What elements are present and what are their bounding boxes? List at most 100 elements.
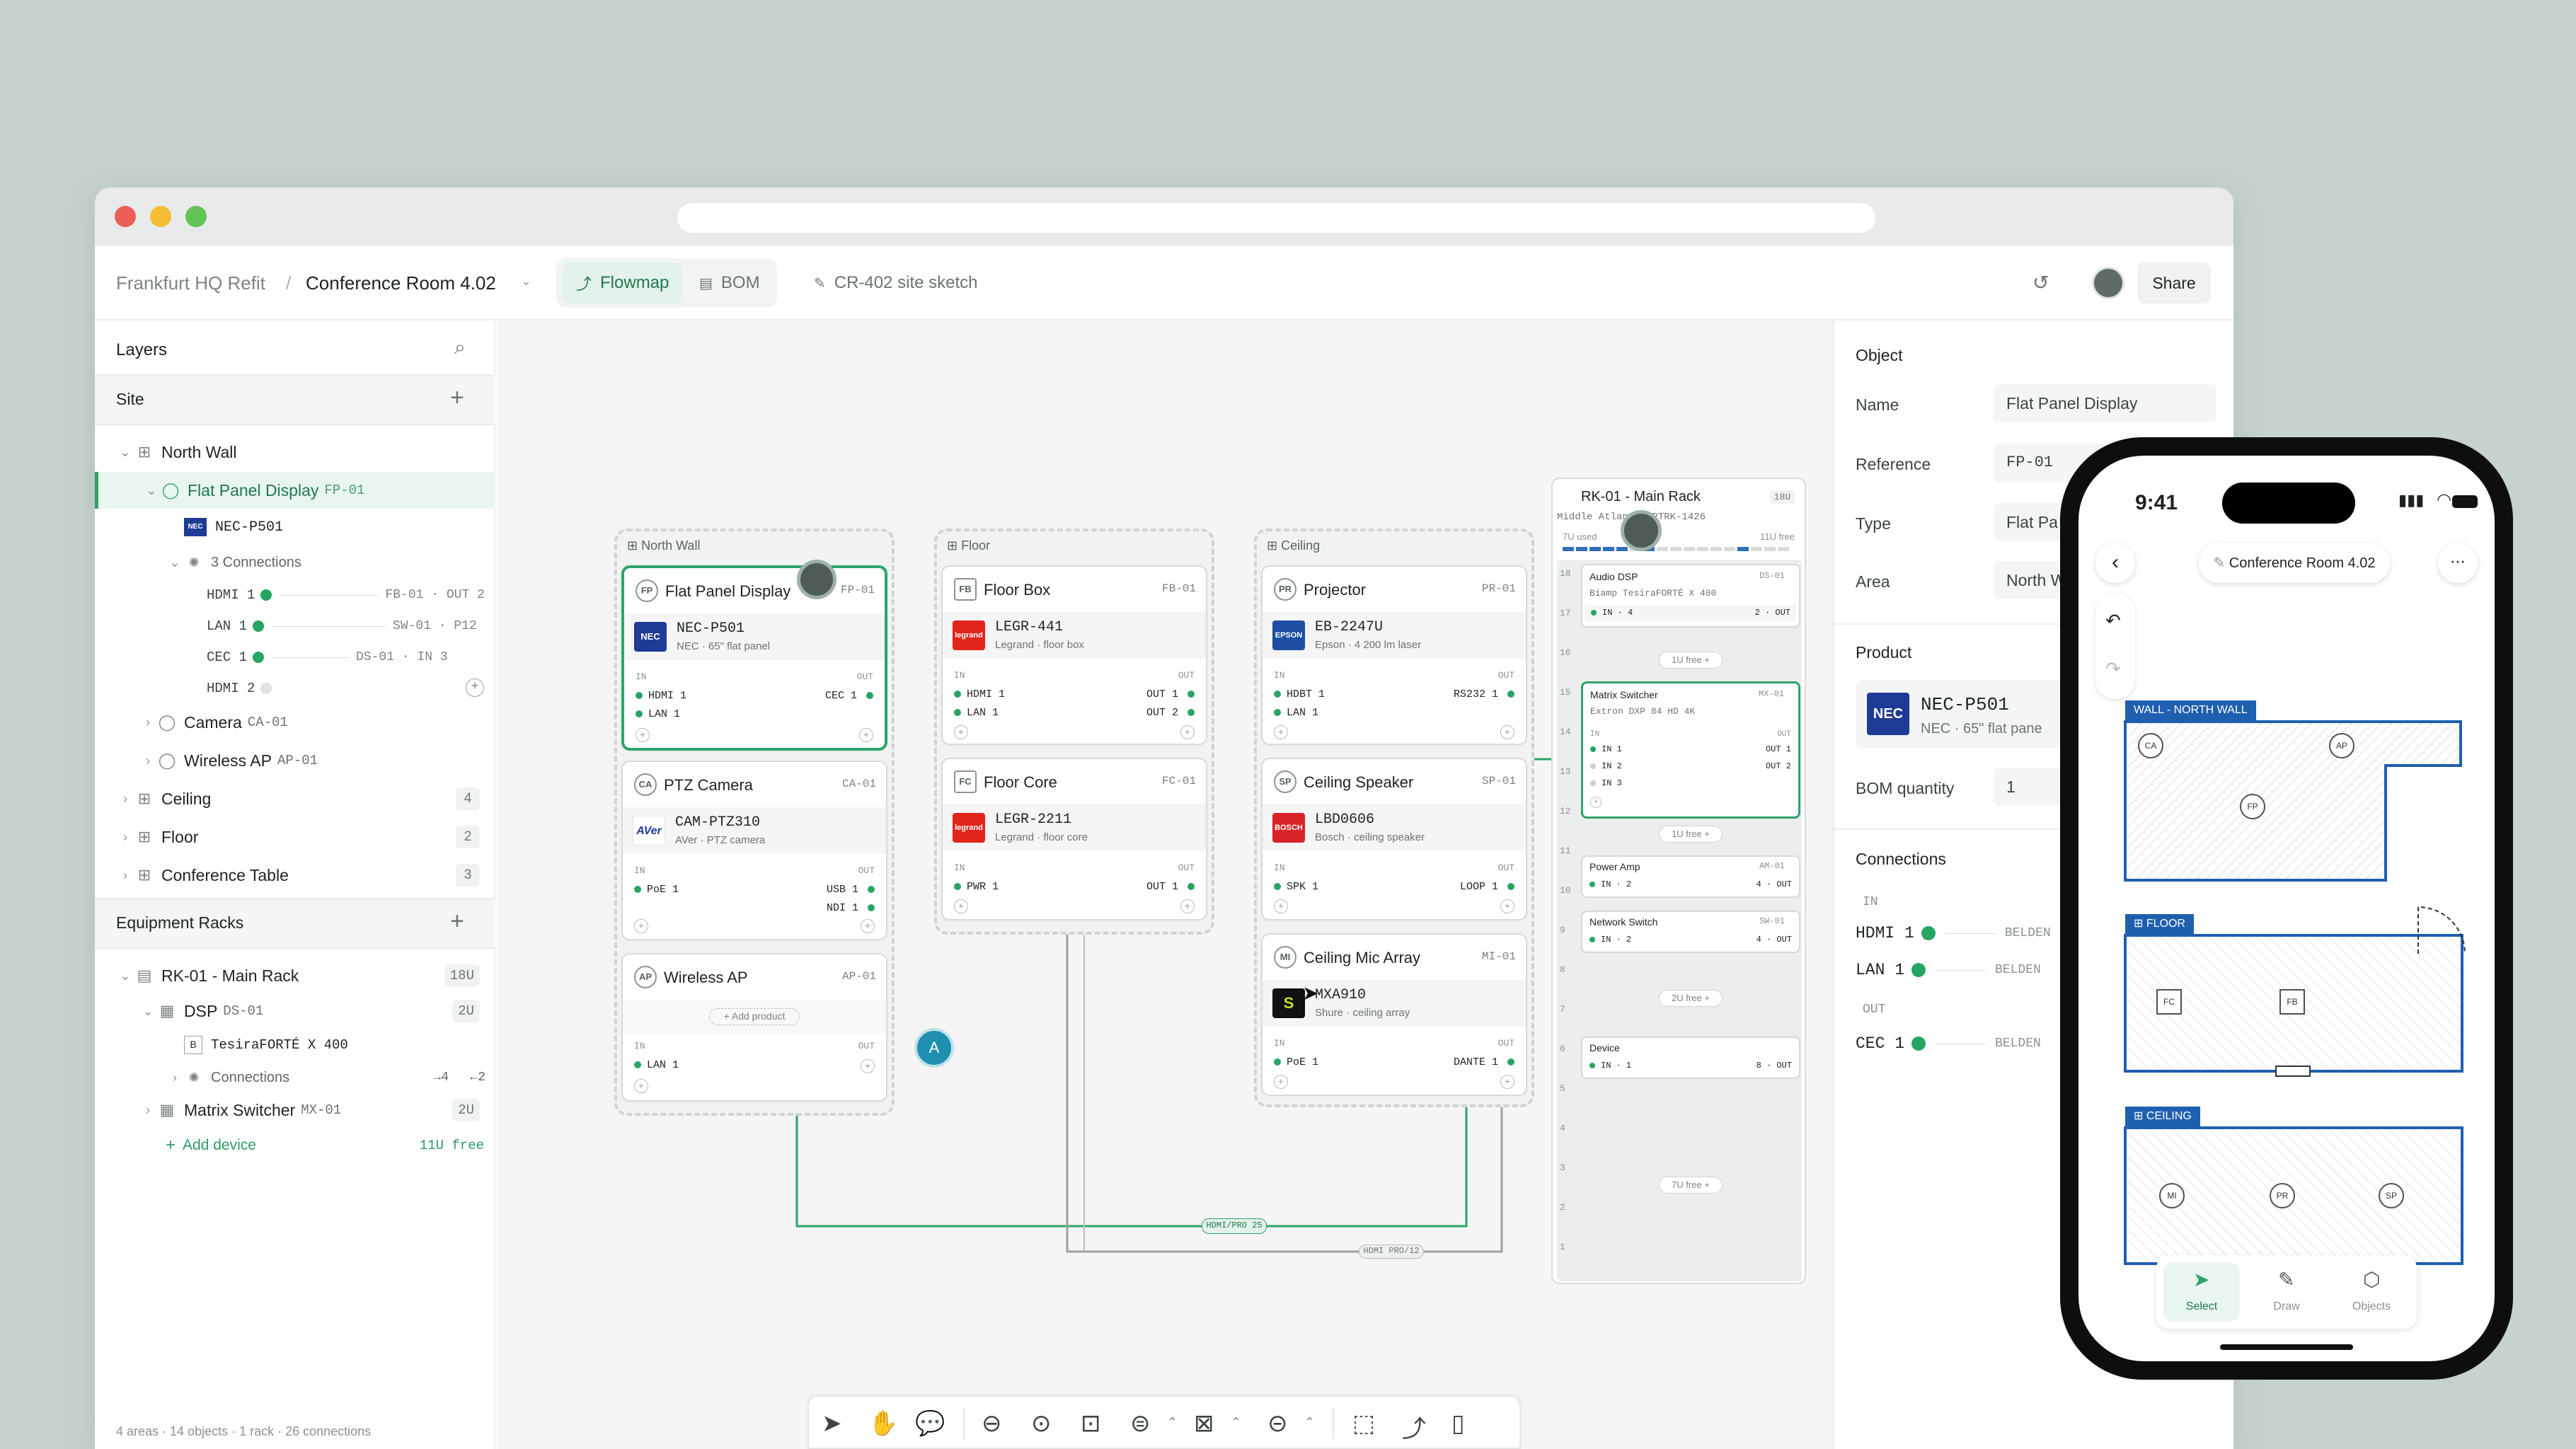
table-marker[interactable] — [2275, 1066, 2311, 1077]
device-card-wireless-ap[interactable]: AP Wireless AP AP-01 + Add product IN OU… — [621, 953, 887, 1102]
add-port-icon[interactable]: + — [1500, 1075, 1514, 1089]
add-connection-icon[interactable]: + — [466, 679, 484, 697]
rack-free-slot[interactable]: 1U free + — [1659, 652, 1723, 669]
device-marker[interactable]: FC — [2156, 989, 2182, 1015]
port-out[interactable]: OUT 1 — [1146, 688, 1195, 700]
port-in[interactable]: LAN 1 — [634, 1059, 679, 1071]
product-row[interactable]: AVer CAM-PTZ310 AVer · PTZ camera — [623, 807, 886, 854]
port-in[interactable]: LAN 1 — [1274, 707, 1318, 719]
layer-dsp[interactable]: ⌄ ▦ DSP DS-01 2U — [95, 993, 495, 1029]
device-card-flat-panel-display[interactable]: FP Flat Panel Display FP-01 NEC NEC-P501… — [621, 565, 887, 751]
rack-device-generic[interactable]: Device IN · 1 8 · OUT — [1581, 1037, 1800, 1079]
add-port-icon[interactable]: + — [636, 728, 650, 742]
device-card-floor-core[interactable]: FC Floor Core FC-01 legrand LEGR-2211 Le… — [941, 758, 1207, 920]
product-row[interactable]: EPSON EB-2247U Epson · 4 200 lm laser — [1263, 612, 1526, 659]
hand-tool-icon[interactable]: ✋ — [868, 1409, 898, 1438]
device-marker[interactable]: CA — [2138, 733, 2163, 758]
zoom-window-button[interactable] — [185, 206, 207, 227]
port-out[interactable]: OUT 1 — [1766, 744, 1791, 754]
speaker-tool-icon[interactable]: ⊜ — [1130, 1409, 1151, 1438]
device-card-ptz-camera[interactable]: CA PTZ Camera CA-01 AVer CAM-PTZ310 AVer… — [621, 761, 887, 940]
close-window-button[interactable] — [115, 206, 136, 227]
add-port-icon[interactable]: + — [861, 919, 875, 933]
name-field[interactable]: Flat Panel Display — [1994, 384, 2216, 422]
connection-row[interactable]: HDMI 2 + — [95, 670, 495, 707]
device-tool-icon[interactable]: ⊙ — [1031, 1409, 1052, 1438]
cable-label[interactable]: HDMI/PRO 25 — [1202, 1218, 1267, 1234]
layer-dsp-product[interactable]: B TesiraFORTÉ X 400 — [95, 1027, 495, 1063]
add-port-icon[interactable]: + — [1274, 725, 1288, 739]
layer-rack[interactable]: ⌄ ▤ RK-01 - Main Rack 18U — [95, 957, 495, 994]
layer-north-wall[interactable]: ⌄ ⊞ North Wall — [95, 434, 495, 471]
cable-label[interactable]: HDMI PRO/12 — [1359, 1245, 1424, 1259]
add-port-icon[interactable]: + — [861, 1059, 875, 1073]
add-device-button[interactable]: + Add device 11U free — [95, 1127, 495, 1164]
chevron-up-icon[interactable]: ⌃ — [1231, 1415, 1241, 1430]
add-port-icon[interactable]: + — [1500, 725, 1514, 739]
chevron-right-icon[interactable]: › — [139, 1103, 157, 1118]
device-card-projector[interactable]: PR Projector PR-01 EPSON EB-2247U Epson … — [1261, 565, 1527, 745]
layer-matrix-switcher[interactable]: › ▦ Matrix Switcher MX-01 2U — [95, 1092, 495, 1128]
note-tool-icon[interactable]: ▯ — [1451, 1409, 1465, 1438]
tab-bom[interactable]: ▤ BOM — [685, 262, 774, 304]
layer-dsp-connections[interactable]: › ✺ Connections →4 ←2 — [95, 1059, 495, 1096]
device-card-ceiling-mic-array[interactable]: MI Ceiling Mic Array MI-01 S MXA910 Shur… — [1261, 933, 1527, 1096]
device-marker[interactable]: FB — [2279, 989, 2305, 1015]
room-title-chip[interactable]: ✎ Conference Room 4.02 — [2199, 543, 2390, 583]
tab-draw[interactable]: ✎ Draw — [2248, 1262, 2325, 1322]
chevron-right-icon[interactable]: › — [116, 830, 134, 845]
add-port-icon[interactable]: + — [634, 919, 648, 933]
layer-flat-panel-display[interactable]: ⌄ ◯ Flat Panel Display FP-01 — [95, 472, 495, 509]
minimize-window-button[interactable] — [150, 206, 171, 227]
redo-icon[interactable]: ↷ — [2105, 658, 2121, 680]
chevron-down-icon[interactable]: ⌄ — [116, 445, 134, 460]
layer-product[interactable]: NEC NEC-P501 — [95, 509, 495, 545]
rack-main[interactable]: RK-01 - Main Rack 18U Middle Atlantic PT… — [1551, 478, 1806, 1284]
port-in[interactable]: LAN 1 — [954, 707, 999, 719]
chevron-down-icon[interactable]: ⌄ — [116, 969, 134, 983]
collaborator-avatar[interactable] — [1621, 510, 1662, 551]
port-out[interactable]: DANTE 1 — [1454, 1056, 1514, 1068]
add-port-icon[interactable]: + — [1274, 1075, 1288, 1089]
port-in[interactable]: IN 2 — [1590, 761, 1622, 771]
device-marker[interactable]: FP — [2240, 794, 2265, 819]
port-in[interactable]: HDBT 1 — [1274, 688, 1325, 700]
tab-select[interactable]: ➤ Select — [2163, 1262, 2240, 1322]
add-port-icon[interactable]: + — [1180, 725, 1195, 739]
chevron-up-icon[interactable]: ⌃ — [1167, 1415, 1178, 1430]
rack-device-power-amp[interactable]: Power Amp AM-01 IN · 2 4 · OUT — [1581, 855, 1800, 898]
avatar[interactable] — [2092, 267, 2124, 299]
add-product-button[interactable]: + Add product — [709, 1008, 800, 1025]
device-marker[interactable]: AP — [2329, 733, 2354, 758]
product-row[interactable]: legrand LEGR-2211 Legrand · floor core — [943, 804, 1206, 851]
layer-conference-table[interactable]: › ⊞ Conference Table 3 — [95, 857, 495, 894]
port-in[interactable]: PWR 1 — [954, 881, 999, 893]
port-in[interactable]: PoE 1 — [634, 884, 679, 896]
port-in[interactable]: HDMI 1 — [636, 690, 686, 702]
layer-camera[interactable]: › ◯ Camera CA-01 — [95, 704, 495, 741]
chevron-down-icon[interactable]: ⌄ — [166, 555, 184, 570]
select-tool-icon[interactable]: ➤ — [822, 1409, 842, 1438]
port-in[interactable]: IN 3 — [1590, 778, 1622, 788]
comment-tool-icon[interactable]: 💬 — [915, 1409, 945, 1438]
zone-north-wall[interactable] — [2124, 720, 2463, 883]
add-port-icon[interactable]: + — [954, 725, 968, 739]
rack-free-slot[interactable]: 2U free + — [1659, 990, 1723, 1007]
product-row[interactable]: BOSCH LBD0606 Bosch · ceiling speaker — [1263, 804, 1526, 851]
device-card-floor-box[interactable]: FB Floor Box FB-01 legrand LEGR-441 Legr… — [941, 565, 1207, 745]
chevron-down-icon[interactable]: ⌄ — [139, 1004, 157, 1019]
chevron-right-icon[interactable]: › — [116, 868, 134, 883]
chevron-up-icon[interactable]: ⌃ — [1304, 1415, 1315, 1430]
add-area-icon[interactable]: + — [450, 384, 464, 412]
flowmap-canvas[interactable]: HDMI/PRO 25 HDMI PRO/12 ⊞ North Wall ⊞ F… — [497, 321, 1833, 1449]
more-button[interactable]: ⋯ — [2438, 543, 2478, 583]
tab-objects[interactable]: ⬡ Objects — [2333, 1262, 2410, 1322]
rack-device-matrix-switcher[interactable]: Matrix Switcher MX-01 Extron DXP 84 HD 4… — [1581, 681, 1800, 819]
device-marker[interactable]: SP — [2379, 1183, 2404, 1208]
layer-ceiling[interactable]: › ⊞ Ceiling 4 — [95, 780, 495, 817]
device-marker[interactable]: PR — [2270, 1183, 2295, 1208]
collaborator-cursor-avatar[interactable]: A — [914, 1028, 954, 1068]
port-in[interactable]: HDMI 1 — [954, 688, 1005, 700]
add-port-icon[interactable]: + — [1274, 899, 1288, 913]
history-icon[interactable]: ↺ — [2032, 271, 2049, 294]
